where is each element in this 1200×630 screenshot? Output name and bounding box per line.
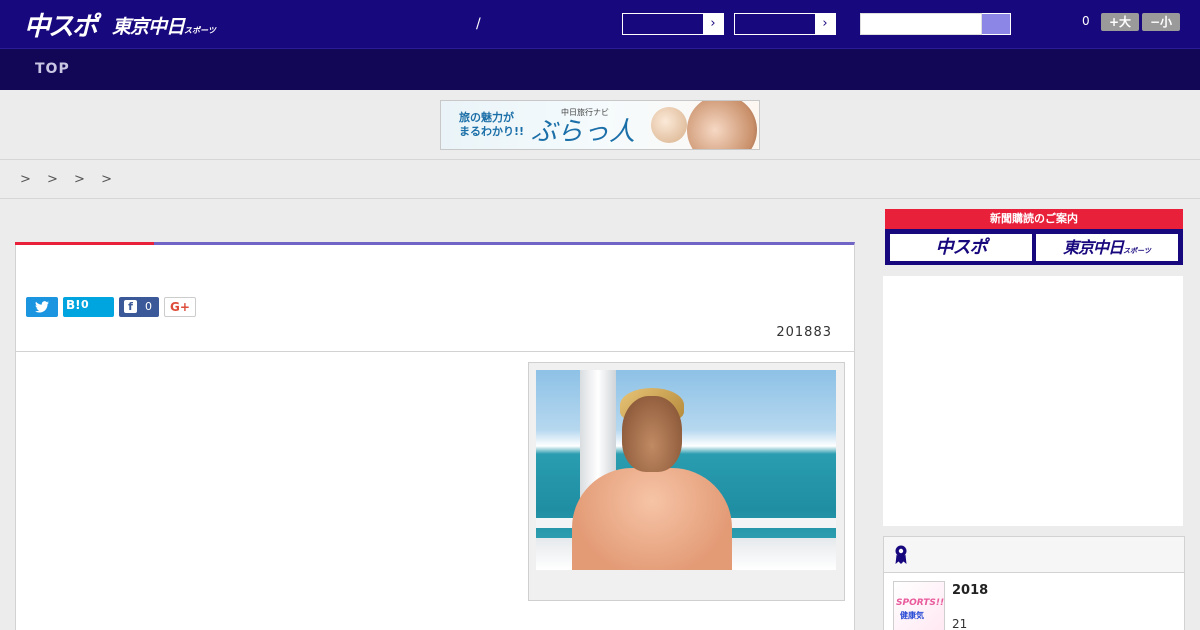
twitter-bird-icon (35, 301, 49, 313)
breadcrumb-separators[interactable]: > > > > (20, 172, 118, 187)
tokyo-chunichi-logo[interactable]: 東京中日スポーツ (112, 12, 216, 39)
tokyo-chunichi-logo-small: スポーツ (184, 26, 216, 35)
article-date: 201883 (776, 325, 832, 340)
font-size-counter: 0 (1082, 14, 1090, 28)
facebook-icon: f (124, 300, 137, 313)
thumbnail-text-1: SPORTS!! (896, 598, 945, 608)
nav-item-top[interactable]: TOP (35, 61, 70, 77)
article-divider (16, 351, 854, 352)
ranking-item-sub: 21 (952, 617, 968, 630)
banner-row: 旅の魅力が まるわかり!! 中日旅行ナビ ぶらっ人 (0, 90, 1200, 160)
article-photo[interactable] (536, 370, 836, 570)
thumbnail-text-2: 健康気 (900, 611, 924, 620)
hatena-count: 0 (81, 298, 89, 311)
subscribe-chuspo-button[interactable]: 中スポ (889, 233, 1033, 262)
hatena-bookmark-button[interactable]: B! 0 (63, 297, 114, 317)
chevron-right-icon: › (703, 14, 723, 34)
category-select-2[interactable]: › (734, 13, 836, 35)
ranking-thumbnail[interactable]: SPORTS!! 健康気 (893, 581, 945, 630)
banner-line-1: 旅の魅力が (459, 111, 514, 124)
ranking-item-title[interactable]: 2018 (952, 583, 988, 598)
travel-ad-banner[interactable]: 旅の魅力が まるわかり!! 中日旅行ナビ ぶらっ人 (440, 100, 760, 150)
banner-copy: 旅の魅力が まるわかり!! (459, 111, 524, 139)
subscription-header[interactable]: 新聞購読のご案内 (885, 209, 1183, 229)
article-panel: B! 0 f 0 G+ 201883 (15, 242, 855, 630)
seashell-image (651, 107, 687, 143)
banner-model-image (687, 101, 757, 149)
twitter-share-button[interactable] (26, 297, 58, 317)
sidebar-ad-slot[interactable] (883, 276, 1183, 526)
font-size-large-button[interactable]: +大 (1101, 13, 1139, 31)
hatena-label: B! (66, 298, 81, 312)
site-header: 中スポ 東京中日スポーツ / › › 0 +大 −小 (0, 0, 1200, 48)
font-size-small-button[interactable]: −小 (1142, 13, 1180, 31)
chevron-right-icon: › (815, 14, 835, 34)
ranking-header (884, 537, 1184, 573)
banner-logo: ぶらっ人 (531, 117, 636, 147)
chuspo-logo[interactable]: 中スポ (24, 6, 98, 43)
subscription-box: 新聞購読のご案内 中スポ 東京中日スポーツ (885, 209, 1183, 265)
article-photo-frame (528, 362, 845, 601)
article-accent-bar (15, 242, 154, 245)
facebook-share-button[interactable]: f 0 (119, 297, 159, 317)
header-separator: / (476, 16, 481, 32)
category-select-1[interactable]: › (622, 13, 724, 35)
photo-person-head (622, 396, 682, 472)
tokyo-chunichi-logo-text: 東京中日 (112, 16, 185, 38)
main-nav: TOP (0, 48, 1200, 90)
ranking-box: SPORTS!! 健康気 2018 21 (883, 536, 1185, 630)
ranking-medal-icon (895, 545, 907, 564)
facebook-count: 0 (145, 300, 152, 313)
banner-line-2: まるわかり!! (459, 125, 525, 138)
search-button[interactable] (982, 13, 1011, 35)
subscribe-tokyo-button[interactable]: 東京中日スポーツ (1035, 233, 1179, 262)
google-plus-button[interactable]: G+ (164, 297, 196, 317)
subscribe-tokyo-label: 東京中日 (1063, 238, 1124, 257)
search-input[interactable] (860, 13, 982, 35)
breadcrumb: > > > > (0, 161, 1200, 199)
subscribe-tokyo-small: スポーツ (1123, 247, 1151, 255)
photo-person-body (572, 468, 732, 570)
